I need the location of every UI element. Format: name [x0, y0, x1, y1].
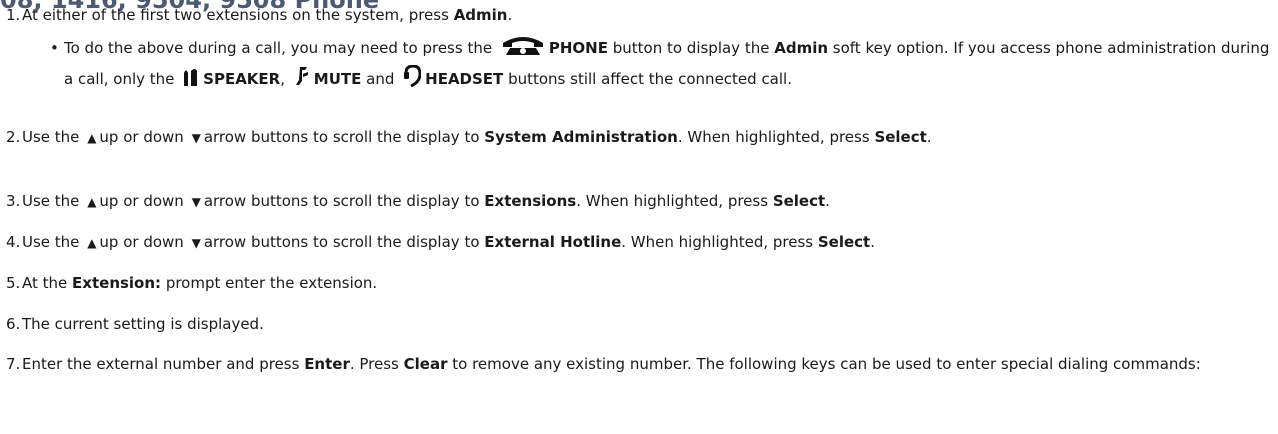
menu-item-label: Extensions — [484, 192, 577, 210]
select-key-label: Select — [772, 192, 826, 210]
step-number: 7. — [6, 355, 21, 373]
select-key-label: Select — [817, 233, 871, 251]
text-run: Use the — [22, 128, 85, 146]
clear-key-label: Clear — [403, 355, 448, 373]
text-run: button to display the — [607, 39, 775, 57]
text-run: prompt enter the extension. — [161, 274, 378, 292]
menu-item-label: System Administration — [484, 128, 678, 146]
text-run: . Press — [349, 355, 404, 373]
step-text: Use the ▲ up or down ▼ arrow buttons to sc… — [22, 126, 1270, 149]
headset-button-label: HEADSET — [425, 70, 504, 88]
up-arrow-icon: ▲ — [87, 195, 97, 209]
step-6: 6. The current setting is displayed. — [0, 313, 1270, 335]
step-number: 1. — [6, 6, 21, 24]
text-run: The current setting is displayed. — [22, 315, 264, 333]
text-run: and — [361, 70, 400, 88]
text-run: buttons still affect the connected call. — [503, 70, 792, 88]
text-run: arrow buttons to scroll the display to — [203, 192, 485, 210]
step-7: 7. Enter the external number and press E… — [0, 353, 1270, 375]
step-5: 5. At the Extension: prompt enter the ex… — [0, 272, 1270, 294]
mute-button-label: MUTE — [313, 70, 362, 88]
speaker-button-label: SPEAKER — [203, 70, 281, 88]
headset-icon — [403, 65, 422, 87]
menu-item-label: External Hotline — [484, 233, 622, 251]
down-arrow-icon: ▼ — [191, 131, 201, 145]
step-text: At the Extension: prompt enter the exten… — [22, 272, 1270, 294]
step-2: 2. Use the ▲ up or down ▼ arrow buttons to… — [0, 126, 1270, 149]
down-arrow-icon: ▼ — [191, 236, 201, 250]
step-text: Use the ▲ up or down ▼ arrow buttons to sc… — [22, 190, 1270, 213]
admin-key-label: Admin — [453, 6, 508, 24]
bullet-text: To do the above during a call, you may n… — [64, 33, 1270, 95]
step-number: 4. — [6, 233, 21, 251]
up-arrow-icon: ▲ — [87, 131, 97, 145]
text-run: up or down — [99, 233, 189, 251]
text-run: , — [280, 70, 290, 88]
step-number: 2. — [6, 128, 21, 146]
step-text: Use the ▲ up or down ▼ arrow buttons to sc… — [22, 231, 1270, 254]
text-run: Use the — [22, 192, 85, 210]
step-text: The current setting is displayed. — [22, 313, 1270, 335]
text-run: . When highlighted, press — [621, 233, 818, 251]
mute-icon — [294, 65, 310, 87]
text-run: up or down — [99, 192, 189, 210]
text-run: . — [825, 192, 830, 210]
step-1: 1. At either of the first two extensions… — [0, 4, 1270, 26]
up-arrow-icon: ▲ — [87, 236, 97, 250]
step-text: At either of the first two extensions on… — [22, 4, 1270, 26]
down-arrow-icon: ▼ — [191, 195, 201, 209]
extension-prompt-label: Extension: — [72, 274, 162, 292]
step-3: 3. Use the ▲ up or down ▼ arrow buttons to… — [0, 190, 1270, 213]
bullet-dot: • — [50, 39, 59, 57]
text-run: to remove any existing number. The follo… — [447, 355, 1201, 373]
text-run: To do the above during a call, you may n… — [64, 39, 497, 57]
step-4: 4. Use the ▲ up or down ▼ arrow buttons to… — [0, 231, 1270, 254]
text-run: . When highlighted, press — [677, 128, 875, 146]
step-number: 6. — [6, 315, 21, 333]
step-number: 5. — [6, 274, 21, 292]
step-number: 3. — [6, 192, 21, 210]
text-run: . — [926, 128, 932, 146]
admin-softkey-label: Admin — [774, 39, 829, 57]
phone-icon — [501, 34, 545, 56]
text-run: Use the — [22, 233, 85, 251]
text-run: Enter the external number and press — [22, 355, 305, 373]
text-run: . When highlighted, press — [576, 192, 773, 210]
speaker-icon — [183, 67, 199, 87]
text-run: At the — [22, 274, 73, 292]
text-run: up or down — [99, 128, 189, 146]
text-run: . — [507, 6, 513, 24]
text-run: arrow buttons to scroll the display to — [203, 128, 485, 146]
text-run: At either of the first two extensions on… — [22, 6, 454, 24]
select-key-label: Select — [874, 128, 927, 146]
phone-button-label: PHONE — [548, 39, 608, 57]
bullet-note: • To do the above during a call, you may… — [50, 33, 1270, 95]
text-run: arrow buttons to scroll the display to — [203, 233, 485, 251]
text-run: . — [870, 233, 876, 251]
step-text: Enter the external number and press Ente… — [22, 353, 1270, 375]
enter-key-label: Enter — [304, 355, 350, 373]
